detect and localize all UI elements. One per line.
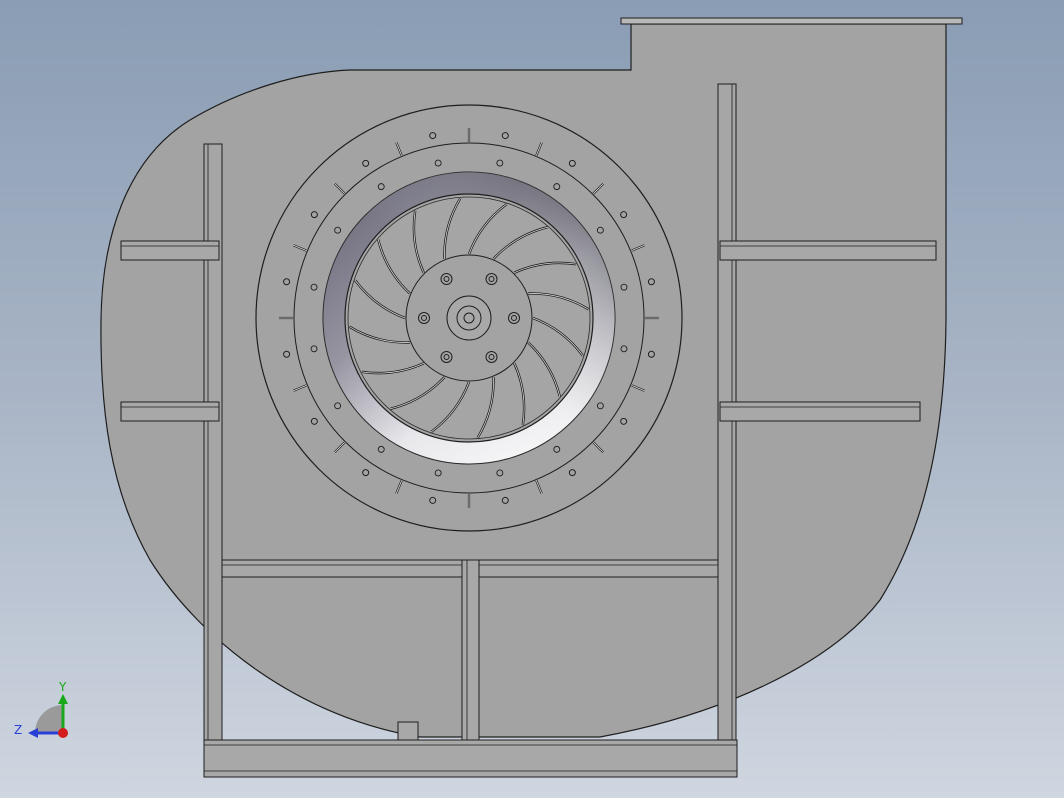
- hub-bolt: [485, 273, 498, 286]
- outer-hole: [501, 132, 509, 140]
- outer-hole: [647, 350, 655, 358]
- inlet-hole: [596, 226, 604, 234]
- inlet-hole: [620, 345, 628, 353]
- fan-model-drawing[interactable]: Y Z: [0, 0, 1064, 798]
- outer-hole: [429, 496, 437, 504]
- outer-hole: [647, 278, 655, 286]
- hub-bolt: [440, 273, 453, 286]
- outer-hole: [310, 211, 318, 219]
- z-axis-arrow: [28, 728, 38, 738]
- z-axis-label: Z: [14, 723, 22, 737]
- hub-bolt: [485, 350, 498, 363]
- inlet-hole: [334, 402, 342, 410]
- inlet-hole: [434, 159, 442, 167]
- inlet-hole: [620, 283, 628, 291]
- outer-hole: [362, 469, 370, 477]
- right-bracket-lower: [719, 401, 921, 422]
- hub-bolt: [508, 312, 520, 324]
- left-post: [203, 143, 223, 741]
- inlet-hole: [310, 345, 318, 353]
- inlet-hole: [496, 159, 504, 167]
- triad-quarter-disc: [35, 705, 63, 733]
- inlet-hole: [496, 469, 504, 477]
- outer-hole: [620, 417, 628, 425]
- left-bracket-lower: [120, 401, 220, 422]
- inlet-hole: [377, 183, 385, 191]
- outer-hole: [283, 350, 291, 358]
- hub-bolt: [440, 350, 453, 363]
- outer-hole: [429, 132, 437, 140]
- y-axis-arrow: [58, 694, 68, 704]
- outer-hole: [568, 469, 576, 477]
- x-axis-dot: [58, 728, 68, 738]
- inlet-hole: [434, 469, 442, 477]
- outer-hole: [501, 496, 509, 504]
- inlet-hole: [377, 445, 385, 453]
- frame-center-post: [461, 559, 480, 741]
- drain-stub: [397, 721, 419, 741]
- outer-hole: [283, 278, 291, 286]
- hub-bolt: [418, 312, 430, 324]
- outer-hole: [568, 159, 576, 167]
- outer-hole: [310, 417, 318, 425]
- outer-hole: [620, 211, 628, 219]
- inlet-hole: [334, 226, 342, 234]
- right-bracket-upper: [719, 240, 937, 261]
- outer-hole: [362, 159, 370, 167]
- left-bracket-upper: [120, 240, 220, 261]
- axis-triad: Y Z: [14, 680, 68, 738]
- cad-viewport[interactable]: Y Z: [0, 0, 1064, 798]
- shaft-boss: [446, 295, 492, 341]
- inlet-hole: [310, 283, 318, 291]
- inlet-hole: [596, 402, 604, 410]
- base-rail: [203, 739, 738, 778]
- inlet-hole: [553, 445, 561, 453]
- y-axis-label: Y: [58, 680, 67, 694]
- outlet-flange: [620, 17, 963, 25]
- inlet-hole: [553, 183, 561, 191]
